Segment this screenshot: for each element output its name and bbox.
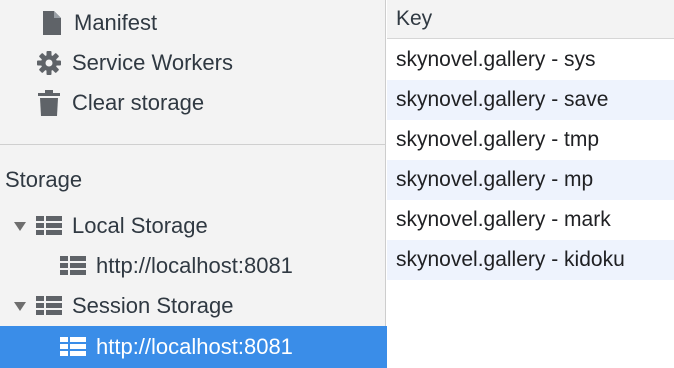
- table-row[interactable]: skynovel.gallery - save: [387, 80, 674, 120]
- sidebar-item-label: http://localhost:8081: [96, 253, 293, 278]
- expand-triangle-icon[interactable]: [14, 301, 26, 311]
- storage-section-title: Storage: [5, 167, 83, 192]
- sidebar-item-service-workers[interactable]: Service Workers: [0, 43, 422, 83]
- sidebar-item-session-storage-origin[interactable]: http://localhost:8081: [0, 326, 446, 368]
- sidebar-item-manifest[interactable]: Manifest: [0, 3, 424, 43]
- column-header-key[interactable]: Key: [387, 0, 674, 39]
- document-icon: [38, 10, 64, 36]
- expand-triangle-icon[interactable]: [14, 221, 26, 231]
- application-sidebar: Manifest Service Workers Clear storage S…: [0, 0, 446, 368]
- table-icon: [60, 334, 86, 360]
- table-row[interactable]: skynovel.gallery - mark: [387, 200, 674, 240]
- sidebar-item-label: Service Workers: [72, 50, 233, 75]
- sidebar-item-label: Local Storage: [72, 213, 208, 238]
- gear-icon: [36, 50, 62, 76]
- table-icon: [36, 213, 62, 239]
- trash-icon: [36, 90, 62, 116]
- storage-key-table: Key skynovel.gallery - sys skynovel.gall…: [387, 0, 674, 368]
- table-row[interactable]: skynovel.gallery - kidoku: [387, 240, 674, 280]
- table-row[interactable]: skynovel.gallery - tmp: [387, 120, 674, 160]
- devtools-application-panel: Manifest Service Workers Clear storage S…: [0, 0, 674, 368]
- sidebar-item-local-storage-origin[interactable]: http://localhost:8081: [0, 246, 446, 286]
- sidebar-item-local-storage[interactable]: Local Storage: [0, 206, 400, 246]
- table-icon: [60, 253, 86, 279]
- table-row[interactable]: skynovel.gallery - sys: [387, 40, 674, 80]
- sidebar-item-label: Session Storage: [72, 293, 234, 318]
- table-icon: [36, 293, 62, 319]
- sidebar-item-label: Manifest: [74, 10, 158, 35]
- sidebar-item-clear-storage[interactable]: Clear storage: [0, 83, 422, 123]
- sidebar-item-label: Clear storage: [72, 90, 205, 115]
- table-row[interactable]: skynovel.gallery - mp: [387, 160, 674, 200]
- section-divider: [0, 144, 386, 145]
- sidebar-item-label: http://localhost:8081: [96, 334, 293, 359]
- sidebar-item-session-storage[interactable]: Session Storage: [0, 286, 400, 326]
